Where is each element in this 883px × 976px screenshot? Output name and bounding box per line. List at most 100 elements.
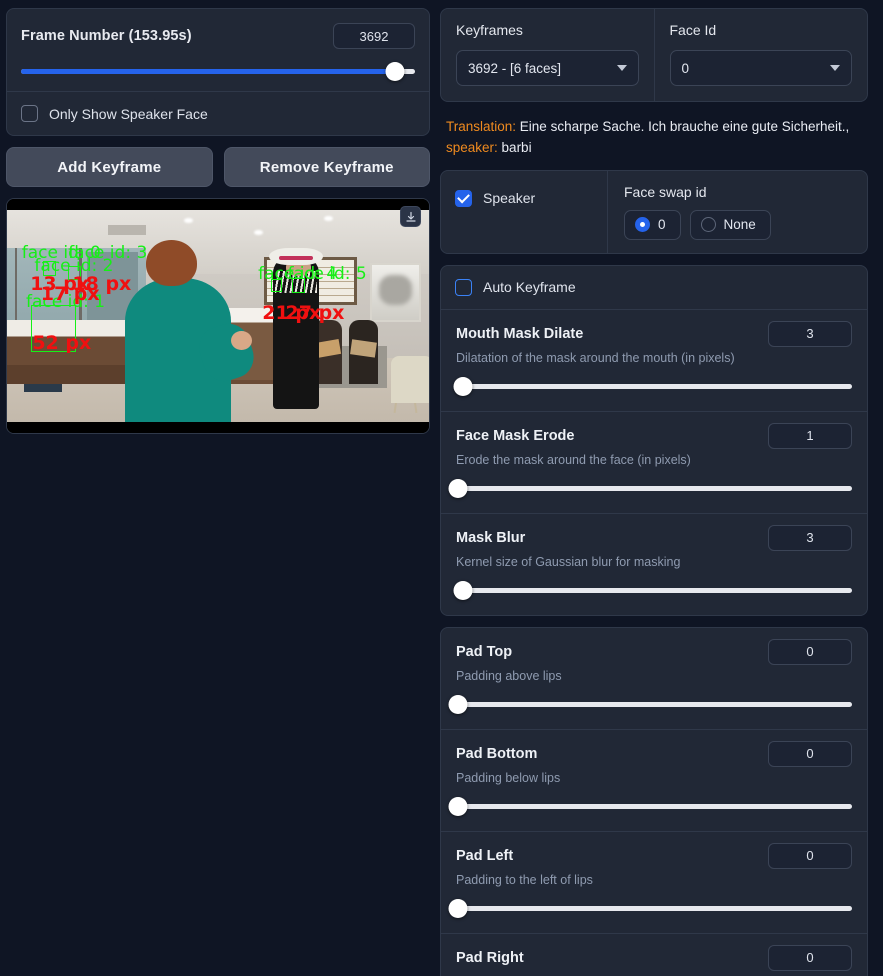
mask-blur-input[interactable]: 3 bbox=[768, 524, 852, 551]
mask-blur-slider[interactable] bbox=[453, 581, 852, 601]
slider-thumb[interactable] bbox=[448, 797, 468, 817]
face-swap-option-0[interactable]: 0 bbox=[624, 209, 681, 240]
face-id-dropdown[interactable]: 0 bbox=[669, 50, 852, 86]
mouth-mask-dilate-label: Mouth Mask Dilate bbox=[456, 325, 584, 342]
right-column: Keyframes 3692 - [6 faces] Face Id 0 Tra… bbox=[440, 8, 868, 976]
slider-thumb[interactable] bbox=[448, 899, 468, 919]
frame-number-label: Frame Number (153.95s) bbox=[21, 28, 192, 44]
speaker-checkbox[interactable] bbox=[455, 189, 472, 207]
speaker-section: Speaker bbox=[441, 171, 607, 253]
pad-left-slider[interactable] bbox=[448, 899, 852, 919]
face-swap-option-none[interactable]: None bbox=[689, 209, 771, 240]
face-swap-radio-group: 0 None bbox=[624, 209, 851, 240]
mask-blur-row: Mask Blur 3 Kernel size of Gaussian blur… bbox=[441, 512, 867, 615]
remove-keyframe-button[interactable]: Remove Keyframe bbox=[223, 147, 430, 187]
slider-fill bbox=[21, 68, 396, 74]
keyframes-dropdown-value: 3692 - [6 faces] bbox=[468, 60, 562, 76]
pad-top-input[interactable]: 0 bbox=[768, 638, 852, 665]
face-box-1 bbox=[31, 305, 76, 353]
auto-keyframe-label: Auto Keyframe bbox=[483, 279, 576, 296]
face-box-4 bbox=[270, 278, 282, 292]
pad-right-label: Pad Right bbox=[456, 949, 524, 966]
only-show-speaker-face-checkbox[interactable] bbox=[21, 105, 38, 122]
mouth-mask-dilate-row: Mouth Mask Dilate 3 Dilatation of the ma… bbox=[441, 308, 867, 411]
mouth-mask-dilate-desc: Dilatation of the mask around the mouth … bbox=[456, 350, 735, 365]
mouth-mask-dilate-slider[interactable] bbox=[453, 377, 852, 397]
pad-left-desc: Padding to the left of lips bbox=[456, 872, 593, 887]
slider-thumb[interactable] bbox=[448, 695, 468, 715]
slider-thumb[interactable] bbox=[385, 61, 405, 81]
padding-settings-panel: Pad Top 0 Padding above lips Pad Bottom … bbox=[440, 626, 868, 976]
speaker-label: Speaker bbox=[483, 190, 536, 207]
pad-bottom-desc: Padding below lips bbox=[456, 770, 561, 785]
letterbox-bottom bbox=[7, 422, 429, 433]
speaker-row[interactable]: Speaker bbox=[455, 184, 593, 213]
face-id-label: Face Id bbox=[669, 22, 717, 38]
app-root: Frame Number (153.95s) 3692 Only Show Sp… bbox=[0, 0, 883, 976]
chevron-down-icon bbox=[830, 65, 840, 71]
speaker-value: barbi bbox=[501, 139, 532, 155]
keyframes-faceid-panel: Keyframes 3692 - [6 faces] Face Id 0 bbox=[440, 8, 868, 102]
face-mask-erode-input[interactable]: 1 bbox=[768, 422, 852, 449]
translation-key: Translation: bbox=[446, 119, 517, 134]
pad-top-label: Pad Top bbox=[456, 643, 513, 660]
mouth-mask-dilate-input[interactable]: 3 bbox=[768, 320, 852, 347]
pad-right-row: Pad Right 0 Padding to the right of lips bbox=[441, 932, 867, 976]
auto-keyframe-checkbox[interactable] bbox=[455, 278, 472, 296]
keyframes-dropdown[interactable]: 3692 - [6 faces] bbox=[456, 50, 639, 86]
face-mask-erode-row: Face Mask Erode 1 Erode the mask around … bbox=[441, 410, 867, 513]
video-scene: face id: 0 face id: 3 face id: 2 face id… bbox=[7, 210, 429, 422]
pad-right-input[interactable]: 0 bbox=[768, 944, 852, 971]
face-mask-erode-desc: Erode the mask around the face (in pixel… bbox=[456, 452, 691, 467]
only-show-speaker-face-label: Only Show Speaker Face bbox=[49, 105, 208, 122]
mask-blur-desc: Kernel size of Gaussian blur for masking bbox=[456, 554, 681, 569]
auto-keyframe-row[interactable]: Auto Keyframe bbox=[441, 266, 867, 309]
chevron-down-icon bbox=[616, 65, 627, 71]
frame-number-slider[interactable] bbox=[21, 61, 415, 81]
face-swap-section: Face swap id 0 None bbox=[607, 170, 867, 253]
pad-bottom-row: Pad Bottom 0 Padding below lips bbox=[441, 728, 867, 831]
frame-number-panel: Frame Number (153.95s) 3692 Only Show Sp… bbox=[6, 8, 430, 136]
translation-value: Eine scharpe Sache. Ich brauche eine gut… bbox=[519, 119, 850, 134]
face-swap-option-none-label: None bbox=[723, 217, 756, 233]
pad-top-row: Pad Top 0 Padding above lips bbox=[441, 628, 867, 729]
radio-unselected-icon[interactable] bbox=[700, 217, 716, 233]
face-box-0 bbox=[42, 260, 57, 276]
frame-number-row: Frame Number (153.95s) 3692 bbox=[7, 9, 429, 91]
pad-left-row: Pad Left 0 Padding to the left of lips bbox=[441, 830, 867, 933]
speaker-faceswap-panel: Speaker Face swap id 0 None bbox=[440, 169, 868, 254]
pad-top-slider[interactable] bbox=[448, 695, 852, 715]
keyframes-section: Keyframes 3692 - [6 faces] bbox=[441, 9, 654, 101]
mask-settings-panel: Auto Keyframe Mouth Mask Dilate 3 Dilata… bbox=[440, 264, 868, 616]
pad-top-desc: Padding above lips bbox=[456, 668, 562, 683]
face-id-section: Face Id 0 bbox=[653, 9, 868, 101]
pad-left-input[interactable]: 0 bbox=[768, 842, 852, 869]
video-preview[interactable]: face id: 0 face id: 3 face id: 2 face id… bbox=[6, 198, 430, 434]
translation-text: Translation: Eine scharpe Sache. Ich bra… bbox=[440, 113, 868, 159]
add-keyframe-button[interactable]: Add Keyframe bbox=[6, 147, 213, 187]
face-box-2 bbox=[68, 266, 81, 280]
slider-thumb[interactable] bbox=[453, 377, 473, 397]
keyframes-label: Keyframes bbox=[456, 22, 523, 38]
face-swap-option-0-label: 0 bbox=[658, 217, 666, 233]
pad-bottom-input[interactable]: 0 bbox=[768, 740, 852, 767]
speaker-key: speaker: bbox=[446, 139, 498, 155]
only-show-speaker-face-row[interactable]: Only Show Speaker Face bbox=[7, 91, 429, 135]
frame-number-input[interactable]: 3692 bbox=[333, 23, 415, 49]
video-frame: face id: 0 face id: 3 face id: 2 face id… bbox=[7, 199, 429, 433]
letterbox-top bbox=[7, 199, 429, 210]
slider-thumb[interactable] bbox=[448, 479, 468, 499]
slider-thumb[interactable] bbox=[453, 581, 473, 601]
face-mask-erode-label: Face Mask Erode bbox=[456, 427, 575, 444]
mask-blur-label: Mask Blur bbox=[456, 529, 526, 546]
pad-bottom-slider[interactable] bbox=[448, 797, 852, 817]
face-mask-erode-slider[interactable] bbox=[448, 479, 852, 499]
face-box-5 bbox=[291, 277, 305, 293]
download-icon[interactable] bbox=[400, 206, 421, 227]
radio-selected-icon[interactable] bbox=[635, 217, 650, 233]
left-column: Frame Number (153.95s) 3692 Only Show Sp… bbox=[6, 8, 430, 968]
face-swap-label: Face swap id bbox=[624, 183, 707, 200]
face-id-dropdown-value: 0 bbox=[681, 60, 690, 76]
pad-left-label: Pad Left bbox=[456, 847, 514, 864]
keyframe-button-row: Add Keyframe Remove Keyframe bbox=[6, 147, 430, 187]
